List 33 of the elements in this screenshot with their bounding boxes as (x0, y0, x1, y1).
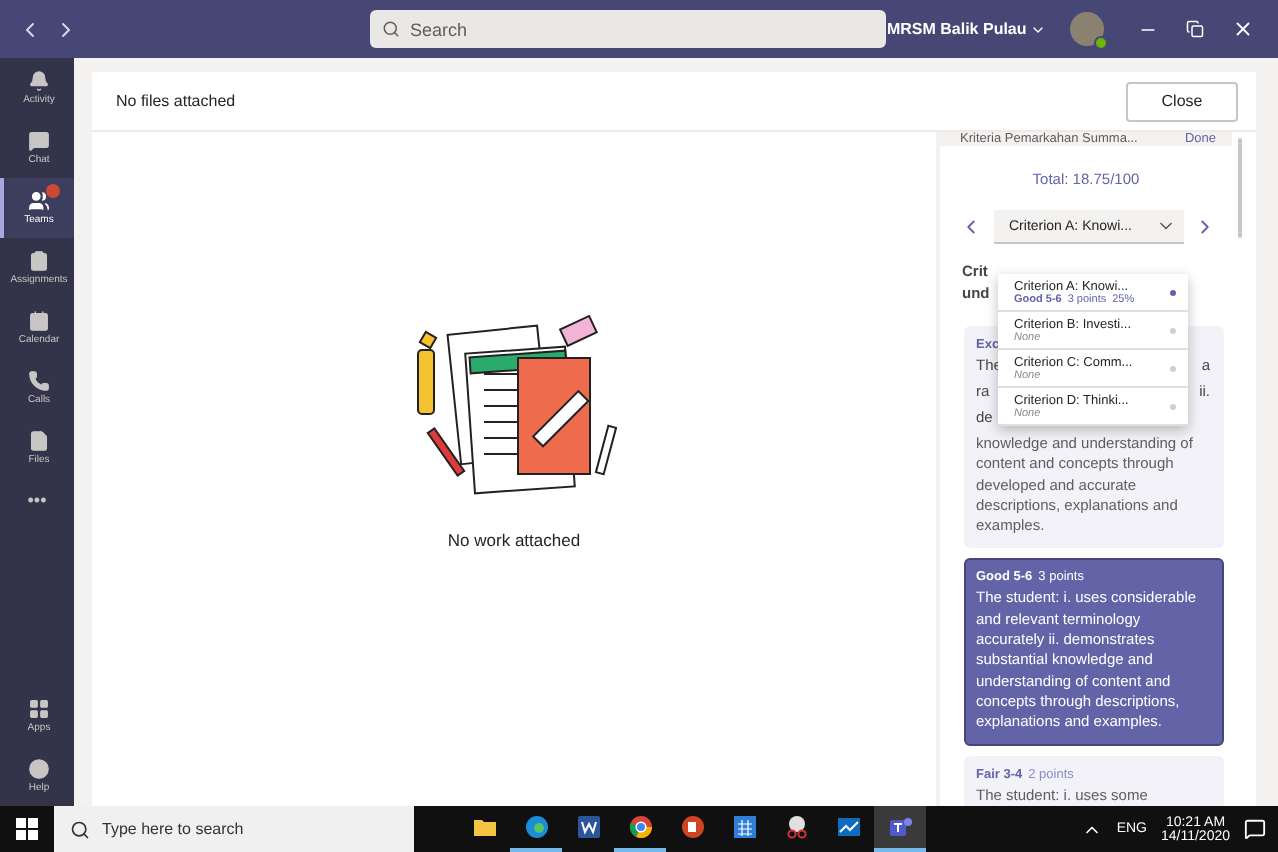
close-button[interactable]: Close (1126, 81, 1238, 121)
clipboard-icon (28, 250, 50, 272)
phone-icon (28, 370, 50, 392)
search-icon (382, 20, 400, 38)
folder-icon (471, 814, 497, 840)
search-field[interactable]: Search (370, 10, 887, 48)
chat-icon (28, 130, 50, 152)
file-icon (28, 430, 50, 452)
close-icon (1231, 18, 1254, 40)
whiteboard-icon (835, 814, 861, 840)
restore-icon (1186, 20, 1205, 38)
account-menu[interactable]: MRSM Balik Pulau (886, 20, 1047, 38)
calendar-icon (731, 814, 757, 840)
empty-message: No work attached (447, 529, 581, 549)
taskbar-search-field[interactable]: Type here to search (54, 806, 414, 852)
level-card[interactable] (964, 558, 1224, 746)
slides-app-icon (679, 814, 705, 840)
people-icon (28, 190, 50, 212)
more-button[interactable]: ••• (0, 478, 74, 522)
people-icon (887, 814, 913, 840)
scrollbar-thumb[interactable] (1238, 138, 1242, 238)
files-status: No files attached (116, 92, 236, 110)
browser-icon (627, 814, 653, 840)
status-dot (1094, 36, 1109, 50)
search-icon (70, 819, 90, 839)
apps-icon (28, 698, 50, 720)
document-app-icon (575, 814, 601, 840)
bell-icon (28, 70, 50, 92)
windows-icon (16, 818, 38, 840)
calendar-icon (28, 310, 50, 332)
avatar[interactable] (1070, 12, 1105, 46)
notification-icon[interactable] (1244, 818, 1266, 840)
browser-icon (523, 814, 549, 840)
